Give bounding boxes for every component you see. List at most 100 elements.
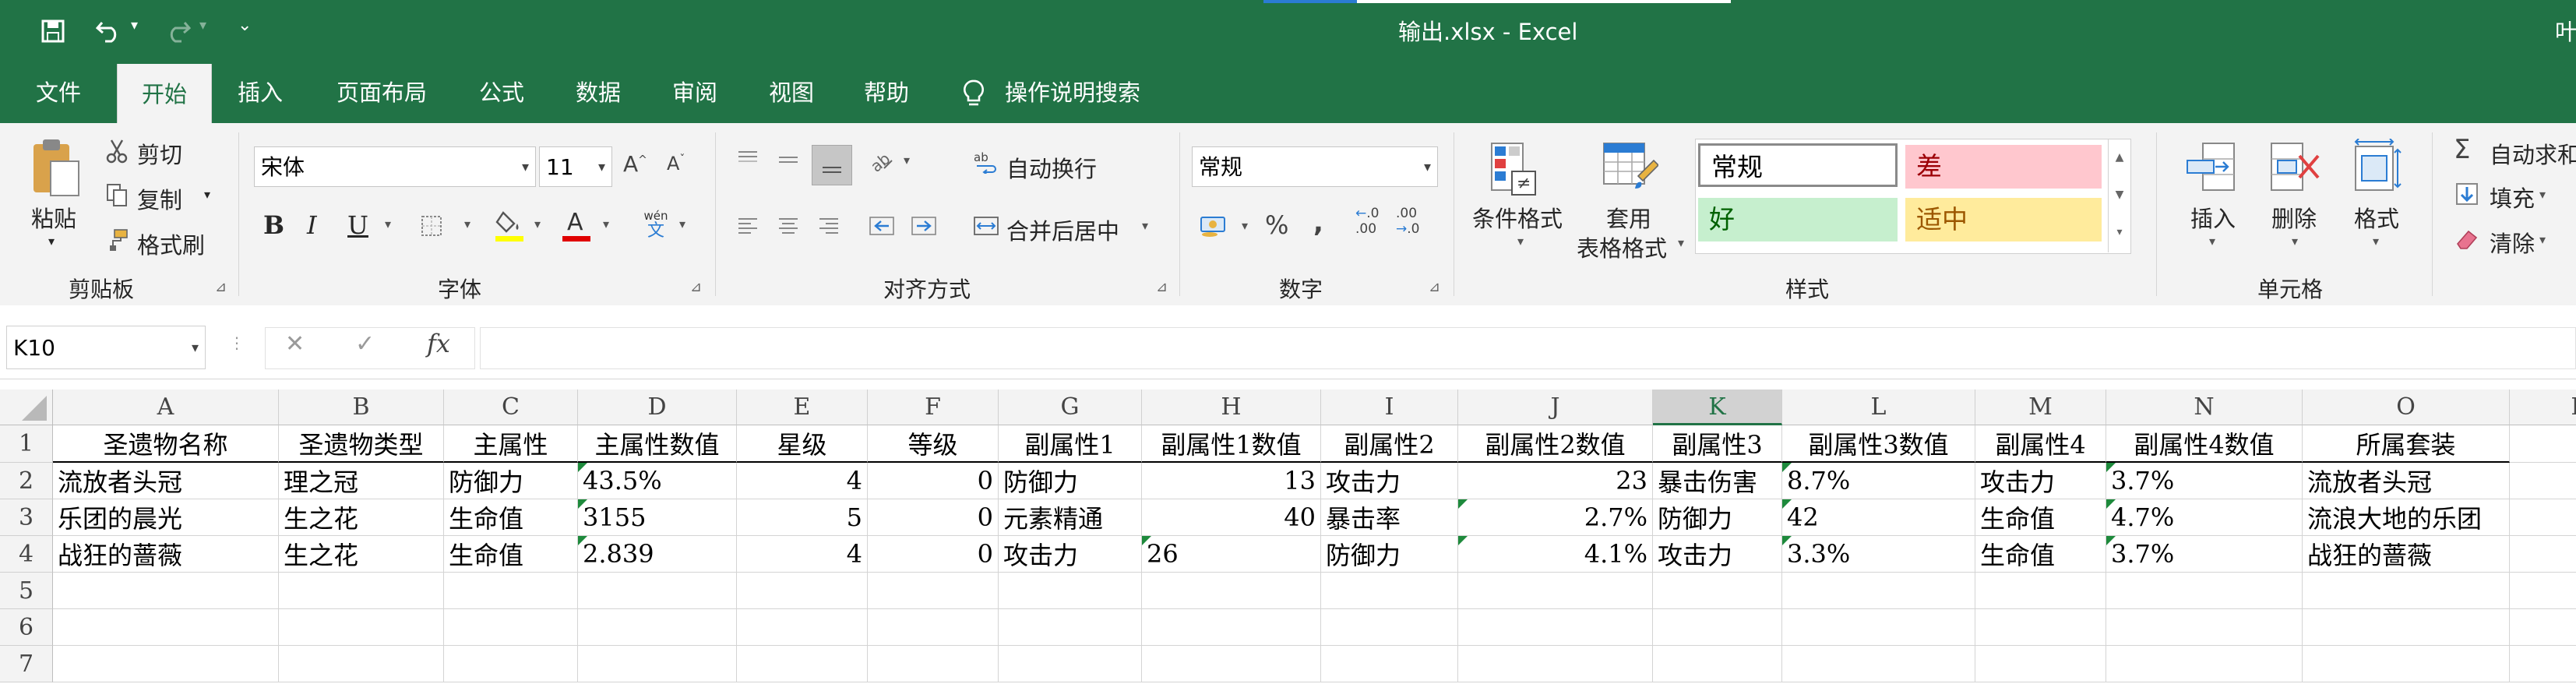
paste-icon[interactable] xyxy=(23,137,86,199)
merge-dropdown-icon[interactable]: ▾ xyxy=(1142,218,1148,233)
header-cell[interactable]: 所属套装 xyxy=(2303,425,2510,463)
table-cell[interactable] xyxy=(1975,646,2106,682)
table-cell[interactable]: 乐团的晨光 xyxy=(53,499,279,536)
table-cell[interactable] xyxy=(53,573,279,609)
table-cell[interactable] xyxy=(1782,573,1975,609)
table-cell[interactable] xyxy=(1653,573,1782,609)
row-header-3[interactable]: 3 xyxy=(0,499,53,536)
table-cell[interactable] xyxy=(53,609,279,646)
header-cell[interactable]: 副属性1数值 xyxy=(1142,425,1321,463)
tab-insert[interactable]: 插入 xyxy=(221,62,299,123)
table-cell[interactable]: 4.7% xyxy=(2106,499,2303,536)
format-as-table-line2[interactable]: 表格格式 xyxy=(1577,231,1667,263)
align-bottom-icon[interactable] xyxy=(812,145,852,185)
redo-icon[interactable] xyxy=(160,14,195,48)
delete-cells-icon[interactable] xyxy=(2265,137,2324,198)
tab-help[interactable]: 帮助 xyxy=(848,62,925,123)
phonetic-icon[interactable]: wén 文 xyxy=(639,209,673,243)
table-cell[interactable]: 42 xyxy=(1782,499,1975,536)
column-header-l[interactable]: L xyxy=(1782,390,1975,425)
number-format-combo[interactable]: 常规 ▾ xyxy=(1192,146,1438,187)
tab-page-layout[interactable]: 页面布局 xyxy=(319,62,444,123)
conditional-format-button[interactable]: 条件格式 xyxy=(1472,201,1563,234)
table-cell[interactable]: 40 xyxy=(1142,499,1321,536)
row-header-6[interactable]: 6 xyxy=(0,609,53,646)
table-cell[interactable]: 防御力 xyxy=(444,463,578,499)
table-cell[interactable] xyxy=(1975,573,2106,609)
row-header-7[interactable]: 7 xyxy=(0,646,53,682)
table-cell[interactable]: 攻击力 xyxy=(999,536,1142,573)
table-cell[interactable] xyxy=(1782,609,1975,646)
font-size-combo[interactable]: 11 ▾ xyxy=(539,146,612,187)
insert-function-icon[interactable]: fx xyxy=(427,329,450,358)
table-cell[interactable]: 4 xyxy=(737,536,868,573)
style-good[interactable]: 好 xyxy=(1698,198,1898,241)
underline-dropdown-icon[interactable]: ▾ xyxy=(385,217,391,231)
column-header-m[interactable]: M xyxy=(1975,390,2106,425)
table-cell[interactable]: 流放者头冠 xyxy=(2303,463,2510,499)
autosum-button[interactable]: 自动求和 xyxy=(2490,137,2576,170)
table-cell[interactable]: 2.839 xyxy=(578,536,737,573)
undo-dropdown-icon[interactable]: ▾ xyxy=(131,17,138,33)
name-box[interactable]: K10 ▾ xyxy=(6,326,206,369)
table-cell[interactable] xyxy=(2510,499,2576,536)
column-header-i[interactable]: I xyxy=(1321,390,1458,425)
column-header-b[interactable]: B xyxy=(279,390,444,425)
gallery-up-icon[interactable]: ▲ xyxy=(2109,139,2130,176)
column-header-o[interactable]: O xyxy=(2303,390,2510,425)
table-cell[interactable] xyxy=(1458,609,1653,646)
decrease-decimal-icon[interactable]: .00 →.0 xyxy=(1396,206,1430,243)
align-middle-icon[interactable] xyxy=(771,143,805,178)
table-cell[interactable] xyxy=(444,573,578,609)
table-cell[interactable]: 8.7% xyxy=(1782,463,1975,499)
table-cell[interactable]: 生命值 xyxy=(444,536,578,573)
increase-decimal-icon[interactable]: ←.0.00 xyxy=(1355,206,1390,243)
header-cell[interactable]: 星级 xyxy=(737,425,868,463)
style-neutral[interactable]: 适中 xyxy=(1905,198,2102,241)
format-cells-icon[interactable] xyxy=(2346,137,2405,198)
table-cell[interactable]: 生命值 xyxy=(1975,536,2106,573)
tab-data[interactable]: 数据 xyxy=(559,62,637,123)
orientation-dropdown-icon[interactable]: ▾ xyxy=(904,153,910,167)
table-cell[interactable] xyxy=(868,609,999,646)
merge-center-button[interactable]: 合并后居中 xyxy=(1006,213,1119,246)
comma-style-icon[interactable]: , xyxy=(1313,207,1323,238)
header-cell[interactable]: 副属性3数值 xyxy=(1782,425,1975,463)
table-cell[interactable] xyxy=(2106,646,2303,682)
table-cell[interactable] xyxy=(737,573,868,609)
table-cell[interactable] xyxy=(737,609,868,646)
table-cell[interactable]: 防御力 xyxy=(1321,536,1458,573)
copy-icon[interactable] xyxy=(103,181,131,209)
header-cell[interactable]: 副属性4数值 xyxy=(2106,425,2303,463)
font-name-combo[interactable]: 宋体 ▾ xyxy=(254,146,536,187)
delete-cells-button[interactable]: 删除 xyxy=(2271,201,2317,234)
fill-button[interactable]: 填充 xyxy=(2490,181,2535,213)
table-cell[interactable]: 4 xyxy=(737,463,868,499)
tab-review[interactable]: 审阅 xyxy=(656,62,734,123)
scissors-icon[interactable] xyxy=(103,137,131,165)
format-painter-icon[interactable] xyxy=(103,226,131,254)
table-cell[interactable]: 4.1% xyxy=(1458,536,1653,573)
fill-down-icon[interactable] xyxy=(2452,179,2482,209)
tab-formulas[interactable]: 公式 xyxy=(463,62,541,123)
format-painter-button[interactable]: 格式刷 xyxy=(137,227,205,260)
table-cell[interactable] xyxy=(2303,609,2510,646)
align-center-icon[interactable] xyxy=(771,209,805,243)
table-cell[interactable]: 3.7% xyxy=(2106,536,2303,573)
table-cell[interactable]: 0 xyxy=(868,499,999,536)
table-cell[interactable]: 生命值 xyxy=(444,499,578,536)
column-header-c[interactable]: C xyxy=(444,390,578,425)
header-cell[interactable]: 等级 xyxy=(868,425,999,463)
format-as-table-line1[interactable]: 套用 xyxy=(1606,201,1651,234)
table-cell[interactable]: 暴击伤害 xyxy=(1653,463,1782,499)
row-header-1[interactable]: 1 xyxy=(0,425,53,463)
clipboard-launcher-icon[interactable]: ⊿ xyxy=(215,279,227,295)
table-cell[interactable]: 防御力 xyxy=(1653,499,1782,536)
table-cell[interactable] xyxy=(868,646,999,682)
format-cells-button[interactable]: 格式 xyxy=(2354,201,2399,234)
wrap-text-icon[interactable]: ab xyxy=(972,148,1000,176)
table-cell[interactable] xyxy=(1782,646,1975,682)
align-right-icon[interactable] xyxy=(812,209,846,243)
table-cell[interactable] xyxy=(444,609,578,646)
borders-dropdown-icon[interactable]: ▾ xyxy=(464,217,470,231)
